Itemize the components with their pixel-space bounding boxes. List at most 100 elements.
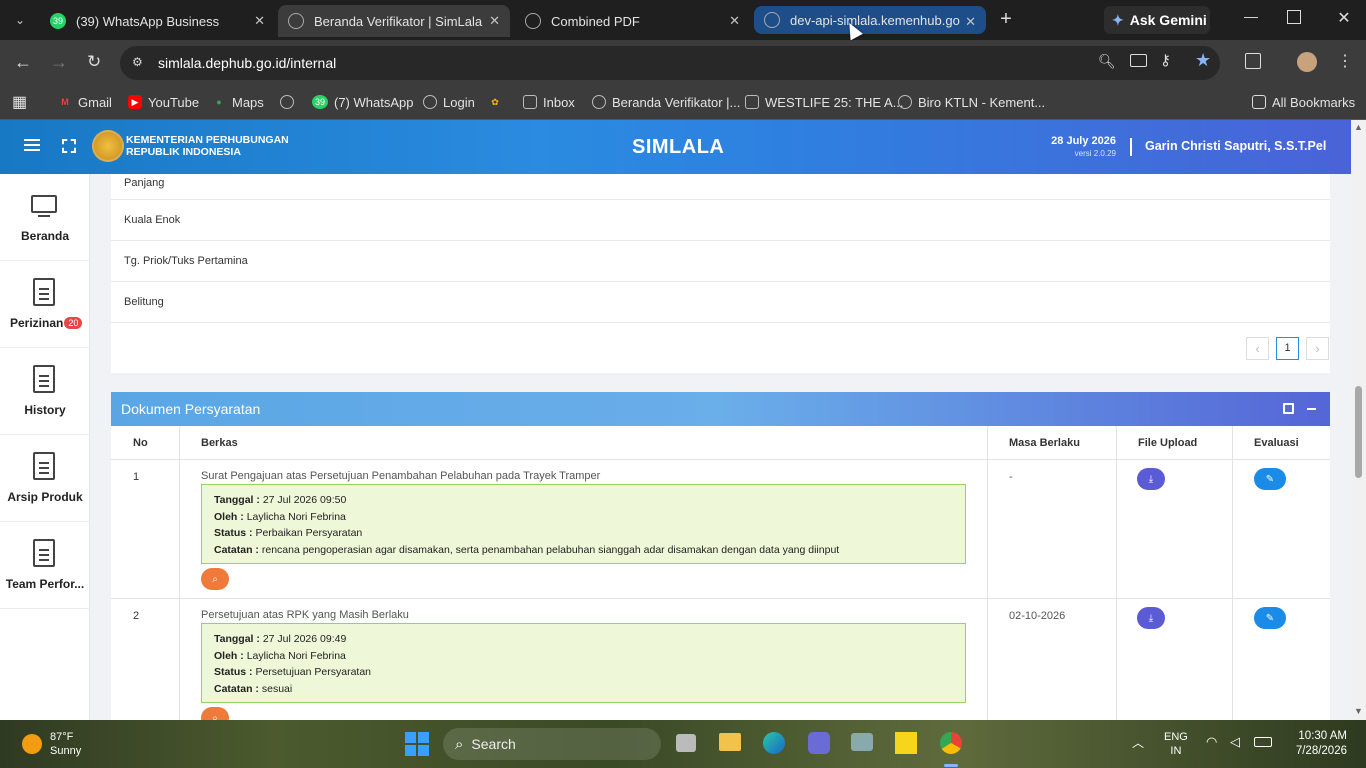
sidebar-item-arsip-produk[interactable]: Arsip Produk — [0, 435, 90, 522]
browser-tab-strip: ⌄ 39 (39) WhatsApp Business ✕ Beranda Ve… — [0, 0, 1366, 40]
bookmark-youtube[interactable]: ▶ YouTube — [128, 92, 199, 112]
bookmark-label: Gmail — [78, 94, 112, 110]
bookmark-whatsapp[interactable]: 39 (7) WhatsApp — [312, 92, 413, 112]
app-header: KEMENTERIAN PERHUBUNGAN REPUBLIK INDONES… — [0, 120, 1351, 174]
fullscreen-icon[interactable] — [62, 139, 76, 153]
weather-widget[interactable]: 87°F Sunny — [22, 730, 81, 758]
back-icon[interactable]: ← — [14, 52, 32, 73]
site-info-icon[interactable]: ⚙ — [132, 55, 143, 69]
profile-avatar[interactable] — [1297, 52, 1317, 72]
bookmark-login[interactable]: Login — [423, 92, 475, 112]
url-text[interactable]: simlala.dephub.go.id/internal — [158, 55, 336, 71]
view-history-button[interactable]: ⌕ — [201, 568, 229, 590]
folder-icon — [1252, 95, 1266, 109]
ask-gemini-button[interactable]: ✦ Ask Gemini — [1104, 6, 1210, 34]
sticky-notes-icon[interactable] — [895, 732, 917, 754]
battery-icon[interactable] — [1254, 737, 1272, 747]
file-explorer-icon[interactable] — [719, 733, 741, 751]
tab-search-icon[interactable]: ⌄ — [10, 10, 30, 30]
user-name[interactable]: Garin Christi Saputri, S.S.T.Pel — [1145, 139, 1326, 153]
minimize-button[interactable]: — — [1240, 8, 1262, 30]
bookmark-beranda[interactable]: Beranda Verifikator |... — [592, 92, 740, 112]
column-header-evaluasi: Evaluasi — [1254, 437, 1299, 449]
tab-whatsapp[interactable]: 39 (39) WhatsApp Business ✕ — [40, 5, 275, 37]
clock[interactable]: 10:30 AM 7/28/2026 — [1285, 729, 1347, 759]
volume-icon[interactable]: ◁ — [1230, 734, 1240, 750]
start-button[interactable] — [405, 732, 429, 756]
bookmark-maps[interactable]: ● Maps — [212, 92, 264, 112]
zoom-icon[interactable]: 🔍︎ — [1098, 53, 1116, 70]
sidebar-item-perizinan[interactable]: Perizinan 20 — [0, 261, 90, 348]
simlala-icon — [423, 95, 437, 109]
app-icon[interactable] — [808, 732, 830, 754]
password-key-icon[interactable]: ⚷ — [1160, 51, 1171, 69]
bookmark-label: Inbox — [543, 94, 575, 110]
bookmark-inbox[interactable]: Inbox — [523, 92, 575, 112]
camera-icon[interactable] — [851, 733, 873, 751]
all-bookmarks-label: All Bookmarks — [1272, 94, 1356, 110]
bookmark-star-icon[interactable]: ★ — [1195, 50, 1211, 71]
tray-chevron-icon[interactable]: ︿ — [1132, 734, 1144, 751]
download-icon: ⤓ — [1148, 473, 1154, 485]
column-header-no: No — [133, 437, 148, 449]
bookmark-label: Login — [443, 94, 475, 110]
tab-combined-pdf[interactable]: Combined PDF ✕ — [515, 5, 750, 37]
scroll-thumb[interactable] — [1355, 386, 1362, 478]
all-bookmarks[interactable]: All Bookmarks — [1252, 92, 1355, 112]
sidebar-item-history[interactable]: History — [0, 348, 90, 435]
pagination-prev[interactable]: ‹ — [1246, 337, 1269, 360]
download-button[interactable]: ⤓ — [1137, 607, 1165, 629]
note-catatan: Catatan : rencana pengoperasian agar dis… — [214, 542, 953, 559]
edge-icon[interactable] — [763, 732, 785, 754]
scroll-down-icon[interactable]: ▼ — [1354, 706, 1363, 716]
bookmark-biro-ktln[interactable]: Biro KTLN - Kement... — [898, 92, 1045, 112]
forward-icon[interactable]: → — [50, 52, 68, 73]
tab-simlala[interactable]: Beranda Verifikator | SimLala ✕ — [278, 5, 510, 37]
gmail-icon: M — [61, 97, 69, 107]
language-indicator[interactable]: ENG IN — [1164, 730, 1188, 758]
task-view-icon[interactable] — [676, 734, 696, 752]
berkas-title: Persetujuan atas RPK yang Masih Berlaku — [201, 609, 409, 621]
close-icon[interactable]: ✕ — [729, 13, 740, 29]
wifi-icon[interactable]: ◠ — [1206, 734, 1217, 750]
apps-icon[interactable]: ▦ — [12, 92, 27, 112]
ask-gemini-label: Ask Gemini — [1129, 12, 1207, 28]
scroll-up-icon[interactable]: ▲ — [1354, 122, 1363, 132]
chrome-icon[interactable] — [940, 732, 962, 754]
new-tab-button[interactable]: + — [995, 8, 1017, 30]
close-icon[interactable]: ✕ — [489, 13, 500, 29]
maps-icon: ● — [216, 97, 222, 107]
close-window-button[interactable]: ✕ — [1334, 8, 1354, 30]
install-icon[interactable] — [1130, 54, 1147, 67]
omnibox[interactable]: ⚙ simlala.dephub.go.id/internal — [120, 46, 1220, 80]
note-status: Status : Perbaikan Persyaratan — [214, 525, 953, 542]
close-icon[interactable]: ✕ — [254, 13, 265, 29]
view-history-button[interactable]: ⌕ — [201, 707, 229, 720]
hamburger-menu-icon[interactable] — [24, 139, 40, 141]
download-button[interactable]: ⤓ — [1137, 468, 1165, 490]
taskbar-search[interactable]: ⌕ Search — [443, 728, 661, 760]
sidebar-item-beranda[interactable]: Beranda — [0, 174, 90, 261]
reload-icon[interactable]: ↻ — [87, 52, 101, 72]
menu-icon[interactable]: ⋮ — [1337, 51, 1353, 71]
evaluate-button[interactable]: ✎ — [1254, 607, 1286, 629]
page-scrollbar[interactable]: ▲ ▼ — [1351, 120, 1366, 720]
windows-logo-pane — [418, 732, 429, 743]
close-icon[interactable]: ✕ — [965, 14, 976, 30]
bookmark-globe[interactable] — [280, 92, 300, 112]
port-name: Panjang — [124, 176, 165, 189]
collapse-icon[interactable] — [1307, 408, 1316, 410]
bookmark-gmail[interactable]: M Gmail — [58, 92, 112, 112]
maximize-button[interactable] — [1287, 10, 1301, 24]
sidebar-item-label: Team Perfor... — [5, 577, 85, 591]
pagination-next[interactable]: › — [1306, 337, 1329, 360]
bookmark-photos[interactable]: ✿ — [488, 92, 508, 112]
expand-icon[interactable] — [1283, 403, 1294, 414]
extensions-icon[interactable] — [1245, 53, 1261, 69]
evaluate-button[interactable]: ✎ — [1254, 468, 1286, 490]
tab-dev-api[interactable]: dev-api-simlala.kemenhub.go.id ✕ — [754, 6, 986, 34]
bookmark-westlife[interactable]: WESTLIFE 25: THE A... — [745, 92, 903, 112]
sidebar-item-team-performance[interactable]: Team Perfor... — [0, 522, 90, 609]
perizinan-label: Perizinan — [10, 316, 64, 330]
pagination-current[interactable]: 1 — [1276, 337, 1299, 360]
